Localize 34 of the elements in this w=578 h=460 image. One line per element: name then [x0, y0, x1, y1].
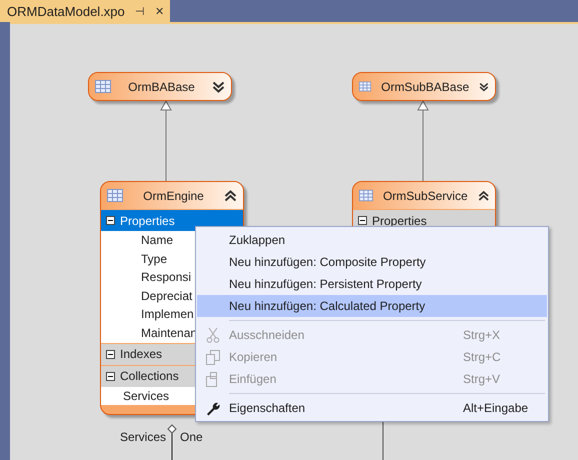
entity-name: OrmBABase [127, 80, 196, 94]
wrench-icon [206, 400, 220, 416]
document-tab[interactable]: ORMDataModel.xpo ⊣ ✕ [0, 0, 170, 22]
multiplicity-label: One [180, 430, 203, 444]
entity-name: OrmSubService [382, 188, 468, 202]
section-title: Collections [120, 369, 179, 384]
entity-name: OrmSubBABase [381, 80, 470, 94]
association-label: Services [120, 430, 166, 444]
close-button[interactable]: ✕ [154, 4, 164, 18]
collapse-icon[interactable] [224, 190, 237, 202]
expand-icon[interactable] [479, 80, 489, 92]
section-title: Properties [372, 214, 427, 228]
minus-box-icon[interactable] [358, 216, 367, 225]
copy-icon [206, 350, 220, 364]
entity-node[interactable]: OrmBABase [88, 72, 232, 101]
table-icon [107, 189, 123, 202]
clipboard-icon [206, 372, 220, 386]
collapse-icon[interactable] [478, 190, 489, 202]
minus-box-icon[interactable] [106, 216, 115, 225]
entity-node[interactable]: OrmSubBABase [352, 72, 496, 101]
table-icon [359, 189, 373, 202]
menu-item[interactable]: Neu hinzufügen: Calculated Property [197, 295, 547, 317]
association-line [167, 424, 177, 460]
table-icon [95, 80, 111, 93]
minus-box-icon[interactable] [106, 372, 115, 381]
section-title: Properties [120, 214, 175, 228]
table-icon [359, 80, 372, 93]
minus-box-icon[interactable] [106, 350, 115, 359]
expand-icon[interactable] [212, 80, 225, 92]
section-title: Indexes [120, 347, 162, 362]
entity-name: OrmEngine [142, 188, 205, 202]
pin-button[interactable]: ⊣ [134, 4, 145, 18]
section-header[interactable]: Properties [101, 209, 243, 231]
scissors-icon [206, 327, 220, 343]
